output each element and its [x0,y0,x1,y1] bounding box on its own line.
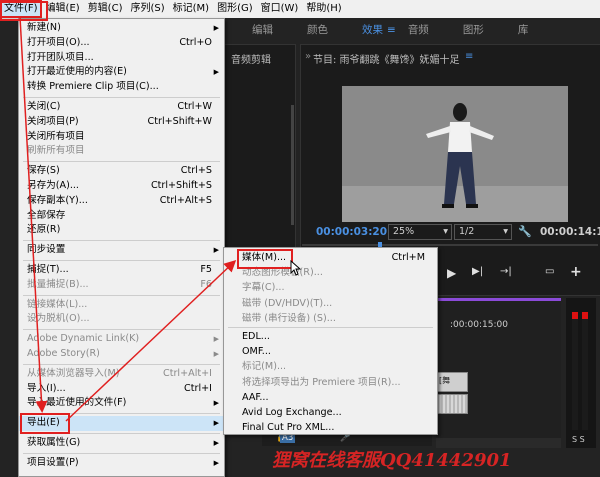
mouse-cursor-icon [290,260,302,276]
arrow-export-to-media [65,259,237,422]
annotation-arrows [19,16,237,422]
watermark: 狸窝在线客服QQ41442901 [272,450,512,471]
arrow-file-to-export [19,16,48,413]
